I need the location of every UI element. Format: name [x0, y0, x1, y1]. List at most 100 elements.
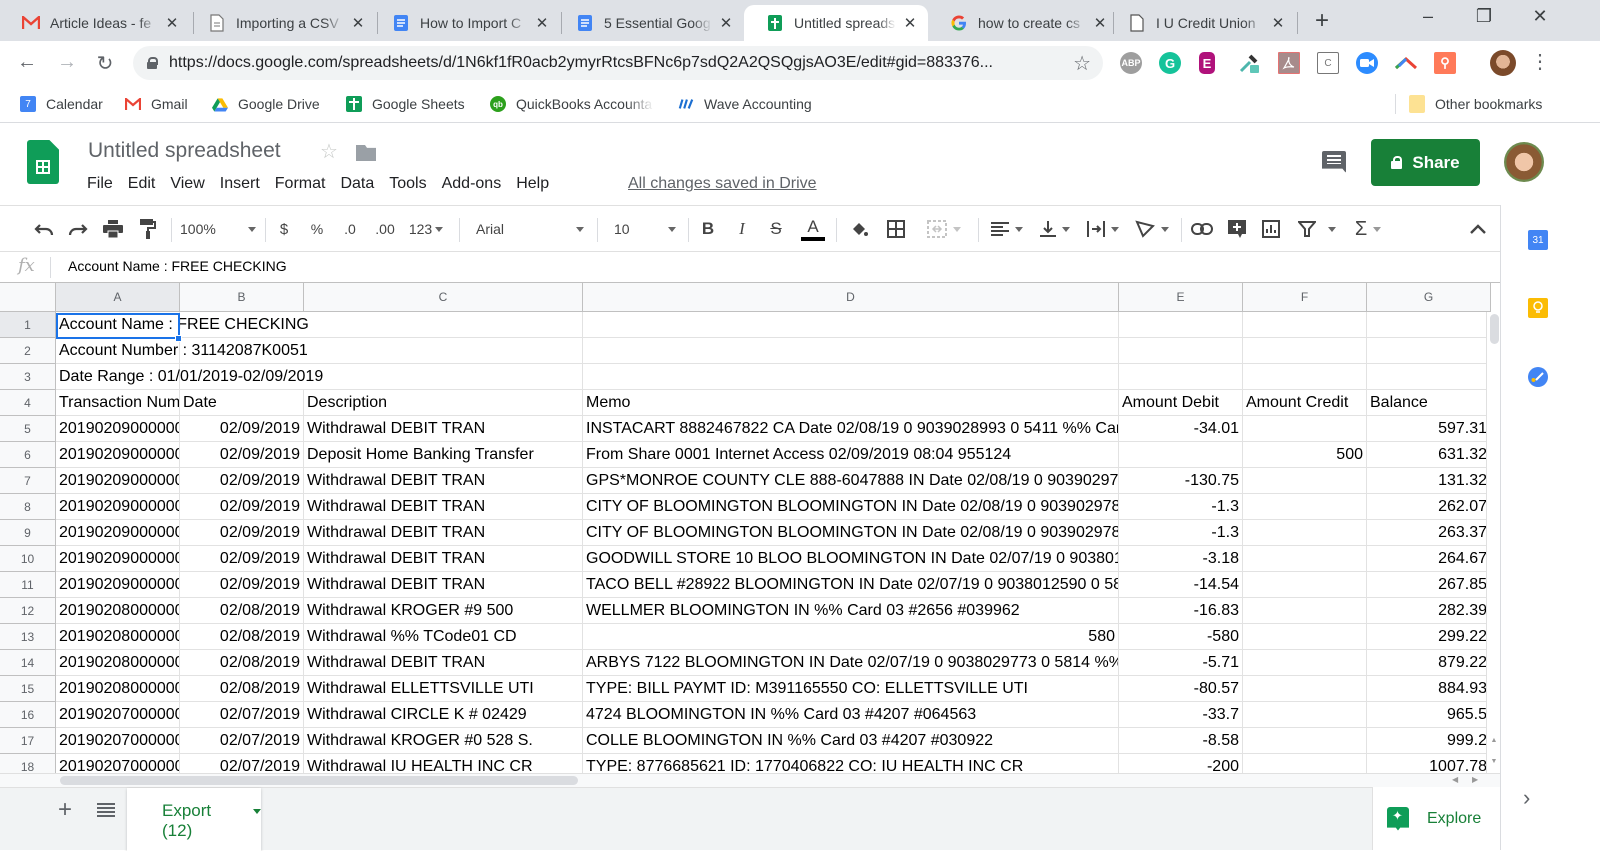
column-header-e[interactable]: E [1119, 283, 1243, 312]
undo-icon[interactable] [32, 217, 56, 241]
menu-tools[interactable]: Tools [389, 175, 426, 193]
cell-e[interactable]: -1.3 [1119, 494, 1243, 520]
menu-help[interactable]: Help [516, 175, 549, 193]
account-avatar[interactable] [1504, 142, 1544, 182]
share-button[interactable]: Share [1371, 139, 1480, 186]
cell-a[interactable]: Account Name : FREE CHECKING [56, 312, 309, 338]
row-header[interactable]: 2 [0, 338, 56, 364]
vertical-scrollbar[interactable]: ▲ ▼ [1486, 312, 1500, 773]
cell-b[interactable]: 02/09/2019 [180, 442, 304, 468]
other-bookmarks[interactable]: Other bookmarks [1409, 86, 1542, 122]
bookmark-calendar[interactable]: 7 Calendar [20, 86, 103, 122]
redo-icon[interactable] [66, 217, 90, 241]
url-text[interactable]: https://docs.google.com/spreadsheets/d/1… [169, 54, 993, 72]
row-header[interactable]: 4 [0, 390, 56, 416]
cell-c[interactable]: Withdrawal DEBIT TRAN [304, 572, 583, 598]
cell-g[interactable]: 131.32 [1367, 468, 1491, 494]
browser-tab[interactable]: Importing a CSV ✕ [186, 5, 376, 41]
cell-f[interactable] [1243, 728, 1367, 754]
cell-a[interactable]: Account Number : 31142087K0051 [56, 338, 308, 364]
cell-e[interactable]: -580 [1119, 624, 1243, 650]
column-header-a[interactable]: A [56, 283, 180, 312]
close-tab-icon[interactable]: ✕ [902, 14, 918, 32]
column-header-b[interactable]: B [180, 283, 304, 312]
browser-tab[interactable]: how to create cs ✕ [928, 5, 1118, 41]
row-header[interactable]: 18 [0, 754, 56, 773]
explore-button[interactable]: Explore [1372, 787, 1500, 850]
calendar-ext-icon[interactable]: C [1317, 52, 1339, 74]
cell-d[interactable]: Memo [583, 390, 1119, 416]
cell-d[interactable]: WELLMER BLOOMINGTON IN %% Card 03 #2656 … [583, 598, 1119, 624]
cell-a[interactable]: 20190209000000 [56, 442, 180, 468]
cell-a[interactable]: 20190209000000 [56, 546, 180, 572]
address-bar[interactable]: https://docs.google.com/spreadsheets/d/1… [133, 46, 1103, 80]
close-tab-icon[interactable]: ✕ [718, 14, 734, 32]
cell-g[interactable]: 597.31 [1367, 416, 1491, 442]
cell-e[interactable]: -5.71 [1119, 650, 1243, 676]
currency-format-button[interactable]: $ [274, 217, 294, 241]
cell-c[interactable]: Withdrawal DEBIT TRAN [304, 650, 583, 676]
cell-e[interactable]: -1.3 [1119, 520, 1243, 546]
close-tab-icon[interactable]: ✕ [164, 14, 180, 32]
add-sheet-button[interactable]: + [58, 796, 72, 824]
empty-cell[interactable] [1367, 338, 1491, 364]
bookmark-quickbooks[interactable]: qb QuickBooks Accounta [490, 86, 654, 122]
cell-e[interactable]: -200 [1119, 754, 1243, 773]
cell-a[interactable]: Date Range : 01/01/2019-02/09/2019 [56, 364, 323, 390]
cell-a[interactable]: 20190207000000 [56, 754, 180, 773]
cell-d[interactable]: From Share 0001 Internet Access 02/09/20… [583, 442, 1119, 468]
cell-b[interactable]: 02/08/2019 [180, 676, 304, 702]
fill-color-icon[interactable] [848, 217, 870, 241]
menu-file[interactable]: File [87, 175, 113, 193]
cell-a[interactable]: 20190209000000 [56, 520, 180, 546]
bookmark-wave-accounting[interactable]: Wave Accounting [678, 86, 812, 122]
cell-b[interactable]: 02/08/2019 [180, 598, 304, 624]
cell-b[interactable]: 02/07/2019 [180, 702, 304, 728]
close-tab-icon[interactable]: ✕ [534, 14, 550, 32]
cell-d[interactable]: TYPE: BILL PAYMT ID: M391165550 CO: ELLE… [583, 676, 1119, 702]
browser-menu-icon[interactable]: ⋮ [1530, 50, 1550, 74]
horizontal-align-icon[interactable] [988, 217, 1026, 241]
cell-f[interactable] [1243, 676, 1367, 702]
vertical-scroll-thumb[interactable] [1490, 314, 1499, 344]
cell-d[interactable]: GOODWILL STORE 10 BLOO BLOOMINGTON IN Da… [583, 546, 1119, 572]
row-header[interactable]: 8 [0, 494, 56, 520]
cell-e[interactable]: -16.83 [1119, 598, 1243, 624]
empty-cell[interactable] [1367, 364, 1491, 390]
evernote-clipper-icon[interactable]: E [1199, 52, 1215, 74]
menu-view[interactable]: View [170, 175, 204, 193]
insert-chart-icon[interactable] [1259, 217, 1283, 241]
column-header-c[interactable]: C [304, 283, 583, 312]
cell-a[interactable]: 20190209000000 [56, 572, 180, 598]
cell-f[interactable] [1243, 598, 1367, 624]
cell-e[interactable]: Amount Debit [1119, 390, 1243, 416]
font-size-select[interactable]: 10 [614, 217, 676, 241]
cell-a[interactable]: 20190209000000 [56, 468, 180, 494]
cell-c[interactable]: Withdrawal ELLETTSVILLE UTI [304, 676, 583, 702]
cell-b[interactable]: 02/07/2019 [180, 728, 304, 754]
menu-format[interactable]: Format [275, 175, 326, 193]
cell-e[interactable] [1119, 442, 1243, 468]
italic-button[interactable]: I [731, 217, 753, 241]
bookmark-google-sheets[interactable]: Google Sheets [346, 86, 465, 122]
decrease-decimal-button[interactable]: .0 [339, 217, 361, 241]
google-tasks-icon[interactable] [1528, 367, 1548, 387]
google-calendar-icon[interactable]: 31 [1528, 230, 1548, 250]
bookmark-google-drive[interactable]: Google Drive [212, 86, 320, 122]
grammarly-icon[interactable]: G [1159, 52, 1181, 74]
cell-a[interactable]: 20190209000000 [56, 416, 180, 442]
merge-cells-icon[interactable] [922, 217, 966, 241]
cell-d[interactable]: CITY OF BLOOMINGTON BLOOMINGTON IN Date … [583, 494, 1119, 520]
cell-a[interactable]: 20190208000000 [56, 676, 180, 702]
cell-g[interactable]: 299.22 [1367, 624, 1491, 650]
bookmark-star-icon[interactable]: ☆ [1073, 51, 1091, 76]
cell-d[interactable]: ARBYS 7122 BLOOMINGTON IN Date 02/07/19 … [583, 650, 1119, 676]
borders-icon[interactable] [885, 217, 907, 241]
cell-g[interactable]: 1007.78 [1367, 754, 1491, 773]
row-header[interactable]: 3 [0, 364, 56, 390]
text-color-button[interactable]: A [800, 214, 826, 244]
cell-a[interactable]: 20190208000000 [56, 598, 180, 624]
color-picker-icon[interactable] [1238, 52, 1260, 74]
cell-g[interactable]: 263.37 [1367, 520, 1491, 546]
strikethrough-button[interactable]: S [765, 217, 787, 241]
